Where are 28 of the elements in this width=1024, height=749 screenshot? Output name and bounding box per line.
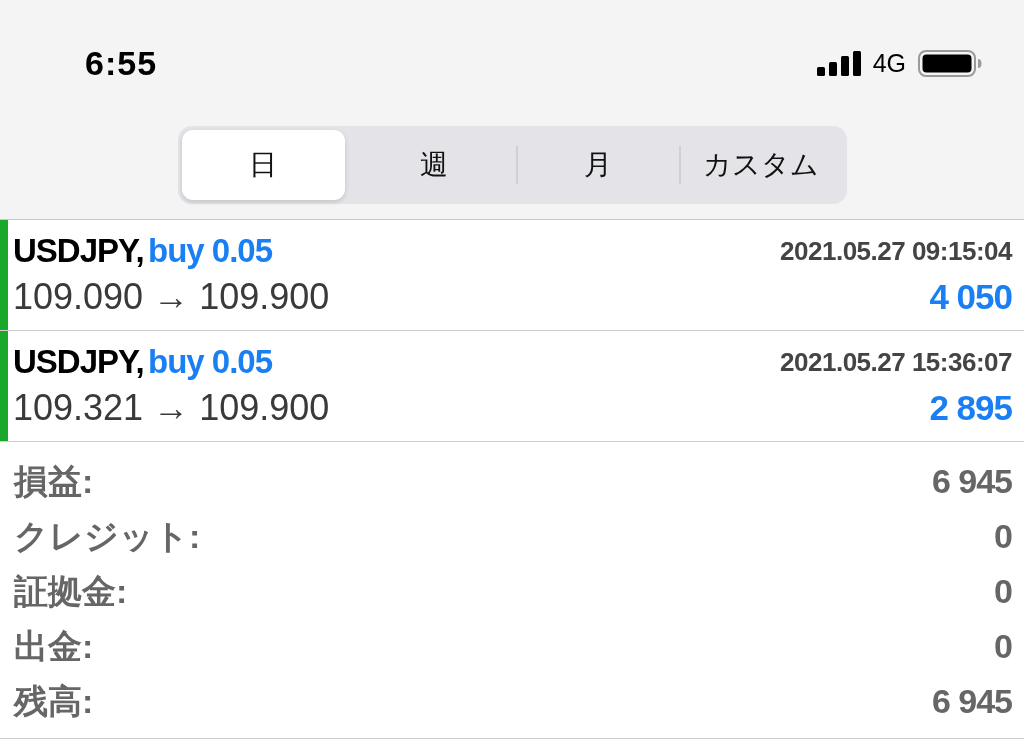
order-text: buy 0.05 (148, 232, 273, 269)
summary-label: 証拠金: (14, 570, 128, 612)
symbol-text: USDJPY, (13, 343, 144, 380)
summary-value: 0 (994, 627, 1012, 666)
summary-label: クレジット: (14, 515, 201, 557)
period-tab[interactable]: 月 (516, 130, 680, 200)
summary-label: 損益: (14, 460, 94, 502)
status-time: 6:55 (85, 43, 158, 83)
symbol-text: USDJPY, (13, 232, 144, 269)
summary-label: 残高: (14, 680, 94, 722)
period-tab[interactable]: カスタム (679, 130, 843, 200)
summary-label: 出金: (14, 625, 94, 667)
profit-value: 2 895 (929, 388, 1012, 428)
price-range: 109.090 → 109.900 (13, 276, 330, 318)
battery-icon (918, 49, 982, 77)
signal-icon (816, 50, 861, 76)
trade-time: 2021.05.27 09:15:04 (780, 235, 1012, 267)
summary-value: 0 (994, 517, 1012, 556)
order-text: buy 0.05 (148, 343, 273, 380)
price-range: 109.321 → 109.900 (13, 387, 330, 429)
period-tab[interactable]: 週 (352, 130, 516, 200)
period-tab[interactable]: 日 (181, 130, 345, 200)
summary-value: 6 945 (931, 682, 1012, 721)
summary-value: 0 (994, 572, 1012, 611)
trade-time: 2021.05.27 15:36:07 (780, 346, 1012, 378)
network-type: 4G (872, 48, 906, 78)
summary-value: 6 945 (931, 462, 1012, 501)
profit-value: 4 050 (929, 277, 1012, 317)
